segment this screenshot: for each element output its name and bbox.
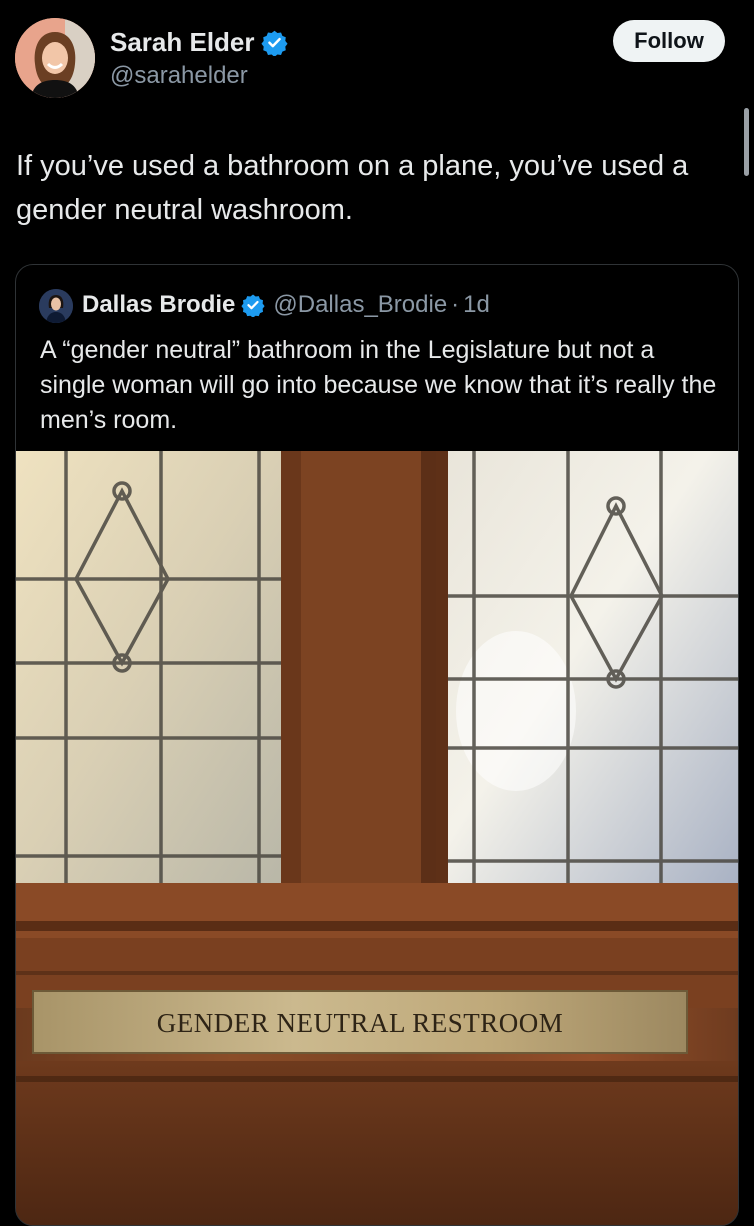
post-text: If you’ve used a bathroom on a plane, yo… — [16, 150, 689, 226]
follow-button[interactable]: Follow — [613, 20, 725, 62]
quoted-post[interactable]: Dallas Brodie @Dallas_Brodie · 1d A “gen… — [15, 264, 739, 1226]
quoted-post-image[interactable]: GENDER NEUTRAL RESTROOM — [16, 451, 738, 1225]
verified-badge-icon — [260, 30, 288, 56]
post-header: Sarah Elder @sarahelder Follow — [0, 0, 754, 110]
verified-badge-icon — [241, 294, 265, 317]
author-name[interactable]: Sarah Elder — [110, 27, 288, 58]
quoted-post-header: Dallas Brodie @Dallas_Brodie · 1d — [82, 291, 490, 319]
author-handle[interactable]: @sarahelder — [110, 62, 248, 90]
author-avatar[interactable] — [15, 18, 95, 98]
author-name-text[interactable]: Sarah Elder — [110, 27, 255, 58]
quoted-author-avatar[interactable] — [39, 289, 73, 323]
plaque-label: GENDER NEUTRAL RESTROOM — [157, 1008, 564, 1038]
quoted-post-time[interactable]: 1d — [463, 291, 490, 319]
quoted-post-text: A “gender neutral” bathroom in the Legis… — [40, 336, 717, 434]
scrollbar[interactable] — [744, 108, 749, 176]
quoted-author-handle[interactable]: @Dallas_Brodie — [273, 291, 447, 319]
separator-dot: · — [451, 291, 460, 318]
quoted-author-name[interactable]: Dallas Brodie — [82, 291, 235, 319]
